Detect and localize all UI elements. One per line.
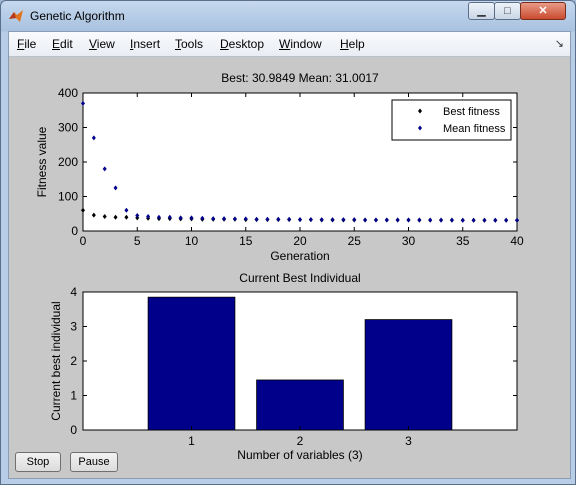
- maximize-button[interactable]: □: [494, 2, 521, 20]
- x-tick-label: 25: [348, 234, 362, 248]
- best-individual-y-axis-label: Current best individual: [49, 301, 63, 420]
- pause-button[interactable]: Pause: [70, 452, 118, 472]
- y-tick-label: 200: [58, 155, 78, 169]
- y-tick-label: 400: [58, 86, 78, 100]
- minimize-button[interactable]: ▁: [468, 2, 495, 20]
- variable-bar: [256, 379, 344, 431]
- fitness-x-axis-label: Generation: [270, 249, 329, 263]
- x-tick-label: 20: [293, 234, 307, 248]
- charts-canvas: Best: 30.9849 Mean: 31.00170 5 10 15 20 25 30 3…: [35, 71, 524, 462]
- bar-category-label: 1: [188, 434, 195, 448]
- best-individual-title: Current Best Individual: [239, 271, 360, 285]
- fitness-plot-title: Best: 30.9849 Mean: 31.0017: [221, 71, 379, 85]
- y-tick-label: 100: [58, 190, 78, 204]
- variable-bar: [147, 296, 236, 431]
- y-tick-label: 300: [58, 121, 78, 135]
- x-tick-label: 40: [510, 234, 524, 248]
- stop-button[interactable]: Stop: [15, 452, 61, 472]
- x-tick-label: 5: [134, 234, 141, 248]
- y-tick-label: 3: [70, 320, 77, 334]
- x-tick-label: 10: [185, 234, 199, 248]
- y-tick-label: 0: [70, 423, 77, 437]
- x-tick-label: 30: [402, 234, 416, 248]
- title-bar[interactable]: Genetic Algorithm ▁ □ ✕: [1, 1, 575, 31]
- y-tick-label: 0: [71, 224, 78, 238]
- x-tick-label: 0: [80, 234, 87, 248]
- bar-category-label: 2: [297, 434, 304, 448]
- figure-client-area: File Edit View Insert Tools Desktop Wind…: [8, 31, 571, 479]
- legend-entry-label: Mean fitness: [443, 123, 506, 135]
- variable-bar: [364, 319, 453, 431]
- ga-window: Genetic Algorithm ▁ □ ✕ File Edit View I…: [0, 0, 576, 485]
- matlab-app-icon: [9, 10, 23, 22]
- best-individual-x-axis-label: Number of variables (3): [237, 448, 362, 462]
- y-tick-label: 1: [70, 389, 77, 403]
- y-tick-label: 2: [70, 354, 77, 368]
- legend-entry-label: Best fitness: [443, 106, 500, 118]
- bar-category-label: 3: [405, 434, 412, 448]
- window-title: Genetic Algorithm: [30, 9, 125, 23]
- fitness-y-axis-label: Fitness value: [35, 126, 49, 197]
- y-tick-label: 4: [70, 285, 77, 299]
- close-button[interactable]: ✕: [520, 2, 566, 20]
- x-tick-label: 35: [456, 234, 470, 248]
- x-tick-label: 15: [239, 234, 253, 248]
